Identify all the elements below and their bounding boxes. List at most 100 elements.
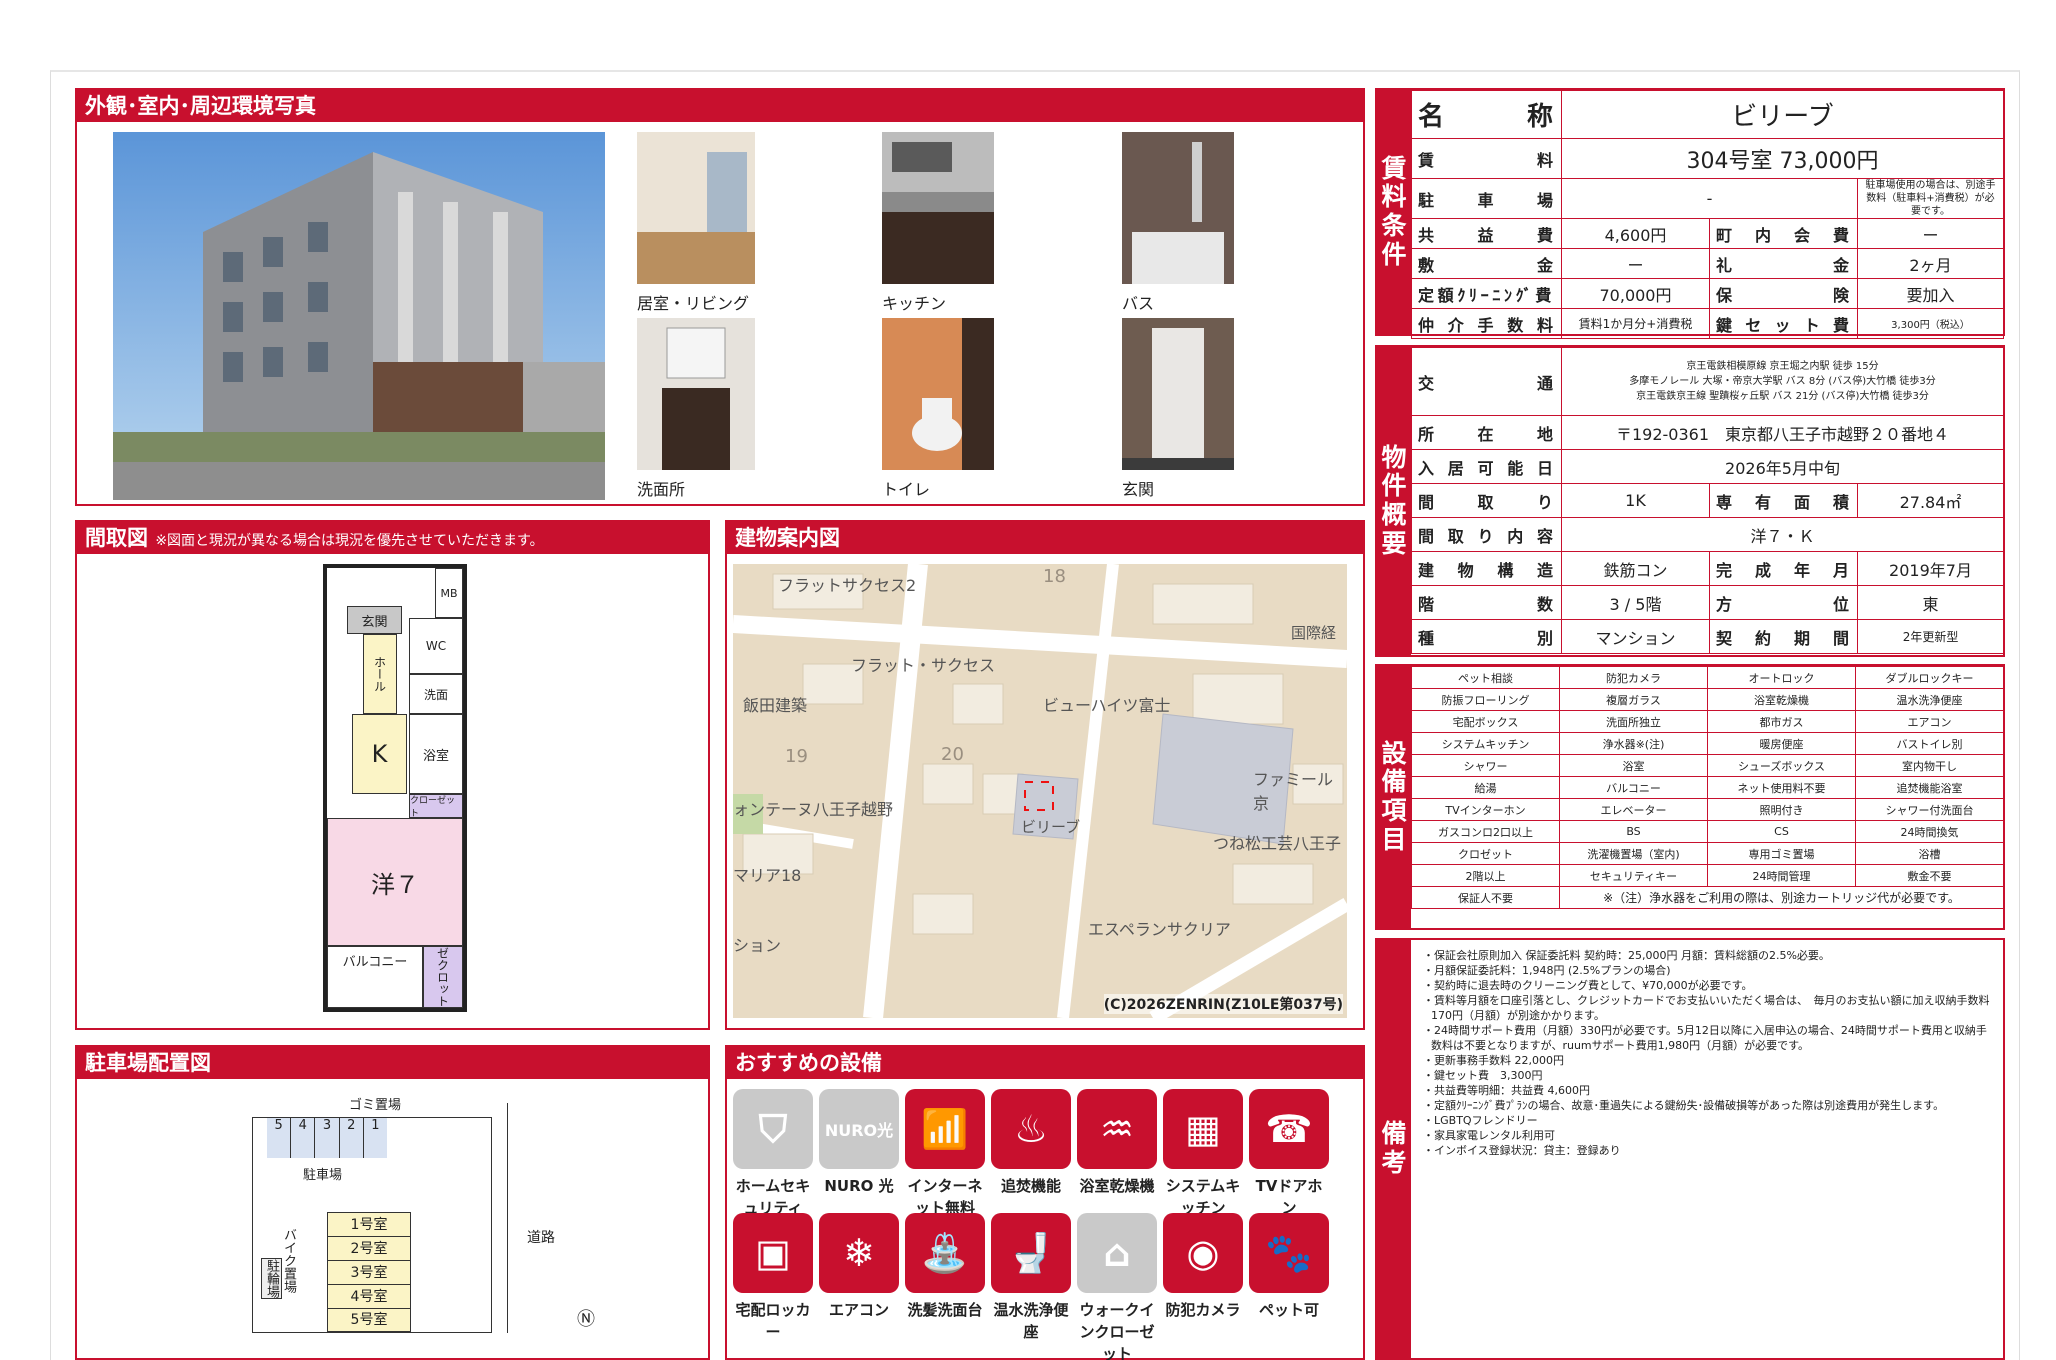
equipment-cell: バルコニー	[1559, 776, 1708, 799]
hoken-key: 保険	[1709, 278, 1858, 309]
kansei-key: 完成年月	[1709, 551, 1858, 586]
equipment-cell: TVインターホン	[1411, 798, 1560, 821]
north-arrow-icon: Ⓝ	[577, 1309, 595, 1330]
room-kitchen: K	[352, 714, 407, 794]
facility-item: 🚽 温水洗浄便座	[991, 1213, 1071, 1343]
remark-line: ・家具家電レンタル利用可	[1423, 1129, 1555, 1142]
equipment-cell: シャワー付洗面台	[1855, 798, 2004, 821]
equipment-cell: 照明付き	[1707, 798, 1856, 821]
remarks-notes: ・保証会社原則加入 保証委託料 契約時：25,000円 月額：賃料総額の2.5%…	[1421, 948, 1997, 1158]
remarks-vlabel: 備考	[1377, 940, 1411, 1358]
kotsu-value: 京王電鉄相模原線 京王堀之内駅 徒歩 15分 多摩モノレール 大塚・帝京大学駅 …	[1560, 347, 2005, 416]
remark-line: ・定額ｸﾘｰﾆﾝｸﾞ費ﾌﾟﾗﾝの場合、故意･重過失による鍵紛失･設備破損等があっ…	[1423, 1099, 1945, 1112]
nyukyo-value: 2026年5月中旬	[1560, 449, 2005, 484]
hoken-value: 要加入	[1857, 278, 2004, 309]
equipment-cell: 浴室乾燥機	[1707, 688, 1856, 711]
facility-item: ⌂ ウォークインクローゼット	[1077, 1213, 1157, 1360]
equipment-cell: セキュリティキー	[1559, 864, 1708, 887]
equipment-cell: 2階以上	[1411, 864, 1560, 887]
floorplan-title: 間取図 ※図面と現況が異なる場合は現況を優先させていただきます。	[77, 522, 708, 554]
area-key: 専有面積	[1709, 483, 1858, 518]
paw-icon: 🐾	[1249, 1213, 1329, 1293]
equipment-cell: エアコン	[1855, 710, 2004, 733]
caption-toilet: トイレ	[882, 480, 931, 499]
equipment-cell: BS	[1559, 820, 1708, 843]
map-label: 18	[1043, 566, 1066, 587]
parking-slot: 3	[315, 1118, 340, 1158]
building-rooms: 1号室 2号室 3号室 4号室 5号室	[327, 1212, 411, 1332]
equipment-cell: システムキッチン	[1411, 732, 1560, 755]
facility-label: 追焚機能	[1000, 1177, 1061, 1195]
kitchen-icon: ▦	[1163, 1089, 1243, 1169]
equipment-panel: 設備項目 ペット相談 防犯カメラ オートロック ダブルロックキー 防振フローリング 複層ガ…	[1375, 664, 2005, 930]
garbage-label: ゴミ置場	[349, 1098, 402, 1113]
facility-item: ❄ エアコン	[819, 1213, 899, 1321]
remark-line: ・24時間サポート費用（月額）330円が必要です。5月12日以降に入居申込の場合…	[1423, 1024, 1987, 1052]
room-row: 3号室	[328, 1261, 410, 1285]
map-image: フラットサクセス2 18 フラット・サクセス 飯田建築 ビューハイツ富士 国際経…	[733, 564, 1347, 1018]
remark-line: ・契約時に退去時のクリーニング費として、¥70,000が必要です。	[1423, 979, 1753, 992]
remark-line: ・保証会社原則加入 保証委託料 契約時：25,000円 月額：賃料総額の2.5%…	[1423, 949, 1830, 962]
area-value: 27.84㎡	[1856, 483, 2005, 518]
facility-label: ペット可	[1258, 1301, 1319, 1319]
facility-label: ウォークインクローゼット	[1079, 1301, 1155, 1360]
property-panel: 物件概要 交通 京王電鉄相模原線 京王堀之内駅 徒歩 15分 多摩モノレール 大…	[1375, 345, 2005, 657]
facility-item: ♨ 追焚機能	[991, 1089, 1071, 1197]
shubetsu-value: マンション	[1561, 619, 1710, 654]
room-closet: クローゼット	[409, 794, 463, 819]
key-set-key: 鍵セット費	[1709, 308, 1858, 339]
parking-title: 駐車場配置図	[77, 1047, 708, 1079]
cleaning-key: 定額ｸﾘｰﾆﾝｸﾞ費	[1411, 278, 1562, 309]
nyukyo-key: 入居可能日	[1411, 449, 1562, 484]
equipment-cell: 暖房便座	[1707, 732, 1856, 755]
equipment-cell: 浴槽	[1855, 842, 2004, 865]
map-label: 飯田建築	[743, 696, 808, 715]
kotsu-line: 多摩モノレール 大塚・帝京大学駅 バス 8分 (バス停)大竹橋 徒歩3分	[1629, 376, 1936, 387]
equipment-cell: ネット使用料不要	[1707, 776, 1856, 799]
shikikin-key: 敷金	[1411, 248, 1562, 279]
equipment-cell: ダブルロックキー	[1855, 666, 2004, 689]
map-label: ォンテーヌ八王子越野	[733, 800, 894, 819]
remark-line: ・更新事務手数料 22,000円	[1423, 1054, 1564, 1067]
equipment-cell: シューズボックス	[1707, 754, 1856, 777]
facility-item: ◉ 防犯カメラ	[1163, 1213, 1243, 1321]
map-label: フラット・サクセス	[851, 656, 996, 675]
equipment-cell: 浄水器※(注)	[1559, 732, 1708, 755]
equipment-cell: ガスコンロ2口以上	[1411, 820, 1560, 843]
kotsu-key: 交通	[1411, 347, 1562, 416]
hoi-value: 東	[1856, 585, 2005, 620]
road-line	[507, 1103, 508, 1333]
map-label: 国際経	[1291, 624, 1337, 642]
photos-title: 外観･室内･周辺環境写真	[77, 90, 1363, 122]
facility-item: ♒ 浴室乾燥機	[1077, 1089, 1157, 1197]
rent-value: 304号室 73,000円	[1561, 138, 2004, 179]
shield-icon: ⛉	[733, 1089, 813, 1169]
equipment-cell: エレベーター	[1559, 798, 1708, 821]
floorplan-title-text: 間取図	[85, 526, 148, 550]
parking-slot: 5	[267, 1118, 292, 1158]
reikin-value: 2ヶ月	[1857, 248, 2004, 279]
bath-photo	[1122, 132, 1234, 284]
facility-item: ☎ TVドアホン	[1249, 1089, 1329, 1219]
facility-item: 📶 インターネット無料	[905, 1089, 985, 1219]
equipment-cell: 都市ガス	[1707, 710, 1856, 733]
equipment-cell: オートロック	[1707, 666, 1856, 689]
parking-slot: 4	[291, 1118, 316, 1158]
facilities-grid: ⛉ ホームセキュリティ NURO光 NURO 光 📶 インターネット無料 ♨ 追焚機能 ♒ 浴室乾…	[733, 1089, 1353, 1360]
chukai-value: 賃料1か月分+消費税	[1561, 308, 1710, 339]
kozo-value: 鉄筋コン	[1561, 551, 1710, 586]
map-label: エスペランサクリア	[1088, 920, 1231, 939]
equipment-note: ※（注）浄水器をご利用の際は、別途カートリッジ代が必要です。	[1559, 886, 2004, 909]
facilities-panel: おすすめの設備 ⛉ ホームセキュリティ NURO光 NURO 光 📶 インターネット無料 ♨…	[725, 1045, 1365, 1360]
kaisu-value: 3 / 5階	[1561, 585, 1710, 620]
map-panel: 建物案内図 フラットサクセス2 18 フラット・サクセス 飯田建築 ビューハイツ…	[725, 520, 1365, 1030]
room-closet2: ゼクロット	[423, 946, 463, 1008]
facility-label: 宅配ロッカー	[735, 1301, 811, 1341]
equipment-cell: 24時間換気	[1855, 820, 2004, 843]
floorplan-note: ※図面と現況が異なる場合は現況を優先させていただきます。	[155, 533, 544, 549]
room-mb: MB	[435, 568, 463, 618]
photos-panel: 外観･室内･周辺環境写真 居室・リビング キッチン バス 洗面所 トイレ 玄関	[75, 88, 1365, 506]
room-photo	[637, 132, 755, 284]
chonai-value: ー	[1857, 218, 2004, 249]
caption-washroom: 洗面所	[637, 480, 686, 499]
